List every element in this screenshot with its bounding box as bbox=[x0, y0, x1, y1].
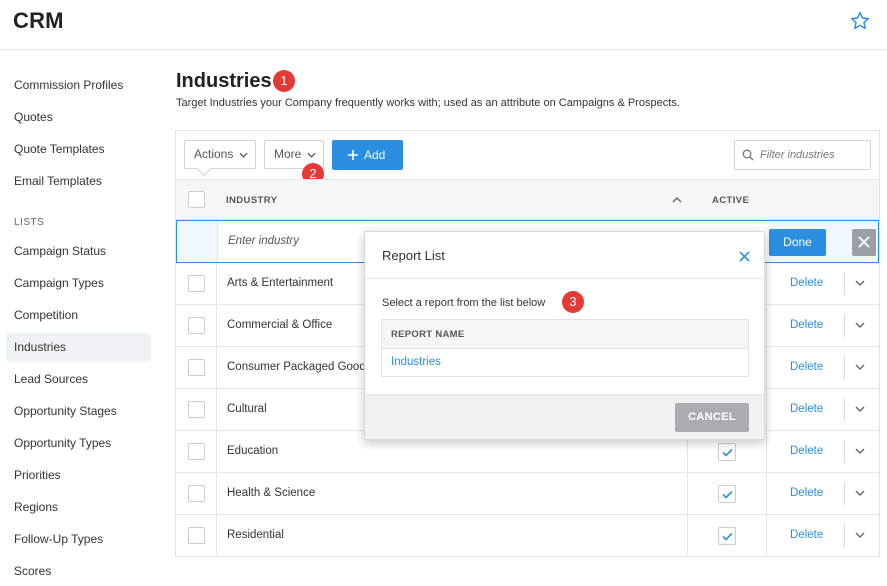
chevron-down-icon[interactable] bbox=[855, 532, 865, 539]
page-title: Industries bbox=[176, 70, 272, 92]
delete-link[interactable]: Delete bbox=[790, 473, 823, 514]
divider bbox=[844, 440, 845, 463]
row-checkbox[interactable] bbox=[188, 443, 205, 460]
add-button[interactable]: Add bbox=[332, 140, 403, 170]
sidebar-item-priorities[interactable]: Priorities bbox=[6, 461, 151, 490]
checkmark-icon bbox=[722, 532, 733, 541]
chevron-down-icon[interactable] bbox=[855, 448, 865, 455]
divider bbox=[844, 356, 845, 379]
close-icon bbox=[858, 236, 870, 248]
table-row: Health & Science Delete bbox=[176, 473, 879, 515]
divider bbox=[844, 272, 845, 295]
sidebar-item-regions[interactable]: Regions bbox=[6, 493, 151, 522]
chevron-down-icon[interactable] bbox=[855, 322, 865, 329]
sidebar-item-quote-templates[interactable]: Quote Templates bbox=[6, 135, 151, 164]
chevron-down-icon[interactable] bbox=[855, 364, 865, 371]
checkmark-icon bbox=[722, 490, 733, 499]
filter-input[interactable]: Filter industries bbox=[734, 140, 871, 170]
search-icon bbox=[742, 149, 754, 161]
cancel-button[interactable]: CANCEL bbox=[675, 403, 749, 432]
actions-label: Actions bbox=[194, 147, 234, 161]
row-checkbox[interactable] bbox=[188, 527, 205, 544]
plus-icon bbox=[348, 150, 358, 160]
chevron-down-icon[interactable] bbox=[855, 406, 865, 413]
active-checkbox[interactable] bbox=[718, 527, 736, 545]
star-icon[interactable] bbox=[849, 10, 871, 32]
callout-badge-1: 1 bbox=[273, 70, 295, 92]
actions-button[interactable]: Actions bbox=[184, 140, 256, 177]
sidebar-item-opportunity-stages[interactable]: Opportunity Stages bbox=[6, 397, 151, 426]
sidebar-item-scores[interactable]: Scores bbox=[6, 557, 151, 586]
column-header-active: ACTIVE bbox=[712, 195, 750, 206]
modal-header: Report List bbox=[365, 232, 764, 279]
report-list-modal: Report List Select a report from the lis… bbox=[364, 231, 765, 440]
report-link-industries[interactable]: Industries bbox=[391, 356, 441, 368]
sidebar-item-industries[interactable]: Industries bbox=[6, 333, 151, 362]
add-label: Add bbox=[364, 148, 386, 162]
actions-pointer bbox=[196, 161, 212, 177]
sidebar-item-campaign-status[interactable]: Campaign Status bbox=[6, 237, 151, 266]
sidebar-item-commission-profiles[interactable]: Commission Profiles bbox=[6, 71, 151, 100]
table-row: Residential Delete bbox=[176, 515, 879, 557]
row-checkbox[interactable] bbox=[188, 275, 205, 292]
checkmark-icon bbox=[722, 448, 733, 457]
sidebar-item-quotes[interactable]: Quotes bbox=[6, 103, 151, 132]
report-table: REPORT NAME Industries bbox=[381, 319, 749, 377]
callout-badge-3: 3 bbox=[562, 291, 584, 313]
delete-link[interactable]: Delete bbox=[790, 515, 823, 556]
row-checkbox[interactable] bbox=[188, 401, 205, 418]
divider bbox=[844, 524, 845, 547]
row-checkbox[interactable] bbox=[188, 317, 205, 334]
industry-name[interactable]: Health & Science bbox=[216, 473, 687, 514]
sidebar-item-campaign-types[interactable]: Campaign Types bbox=[6, 269, 151, 298]
chevron-down-icon[interactable] bbox=[855, 280, 865, 287]
delete-link[interactable]: Delete bbox=[790, 347, 823, 388]
row-checkbox[interactable] bbox=[188, 485, 205, 502]
delete-link[interactable]: Delete bbox=[790, 389, 823, 430]
divider bbox=[844, 314, 845, 337]
active-cell bbox=[687, 515, 767, 556]
sidebar-item-competition[interactable]: Competition bbox=[6, 301, 151, 330]
delete-link[interactable]: Delete bbox=[790, 431, 823, 472]
done-button[interactable]: Done bbox=[769, 229, 826, 256]
row-checkbox[interactable] bbox=[188, 359, 205, 376]
chevron-down-icon[interactable] bbox=[855, 490, 865, 497]
industry-name[interactable]: Residential bbox=[216, 515, 687, 556]
delete-link[interactable]: Delete bbox=[790, 305, 823, 346]
chevron-down-icon bbox=[307, 152, 316, 158]
modal-prompt: Select a report from the list below bbox=[382, 297, 546, 309]
app-title: CRM bbox=[13, 8, 64, 33]
sidebar-item-lead-sources[interactable]: Lead Sources bbox=[6, 365, 151, 394]
sidebar-item-opportunity-types[interactable]: Opportunity Types bbox=[6, 429, 151, 458]
column-header-industry[interactable]: INDUSTRY bbox=[226, 195, 277, 206]
sort-ascending-icon[interactable] bbox=[672, 196, 682, 203]
active-checkbox[interactable] bbox=[718, 485, 736, 503]
select-all-checkbox[interactable] bbox=[188, 191, 205, 208]
close-icon[interactable] bbox=[739, 251, 750, 262]
filter-placeholder: Filter industries bbox=[760, 149, 835, 161]
divider bbox=[844, 482, 845, 505]
cancel-new-button[interactable] bbox=[852, 229, 876, 256]
sidebar-section-lists: LISTS bbox=[14, 217, 45, 228]
table-header: INDUSTRY ACTIVE bbox=[176, 179, 879, 220]
modal-footer: CANCEL bbox=[365, 394, 764, 439]
active-checkbox[interactable] bbox=[718, 443, 736, 461]
top-bar: CRM bbox=[0, 0, 887, 50]
active-cell bbox=[687, 473, 767, 514]
sidebar-item-follow-up-types[interactable]: Follow-Up Types bbox=[6, 525, 151, 554]
chevron-down-icon bbox=[239, 152, 248, 158]
divider bbox=[844, 398, 845, 421]
page-subtitle: Target Industries your Company frequentl… bbox=[176, 97, 680, 109]
modal-title: Report List bbox=[382, 248, 445, 263]
column-header-report-name: REPORT NAME bbox=[382, 320, 748, 349]
delete-link[interactable]: Delete bbox=[790, 263, 823, 304]
sidebar-item-email-templates[interactable]: Email Templates bbox=[6, 167, 151, 196]
more-label: More bbox=[274, 147, 302, 161]
